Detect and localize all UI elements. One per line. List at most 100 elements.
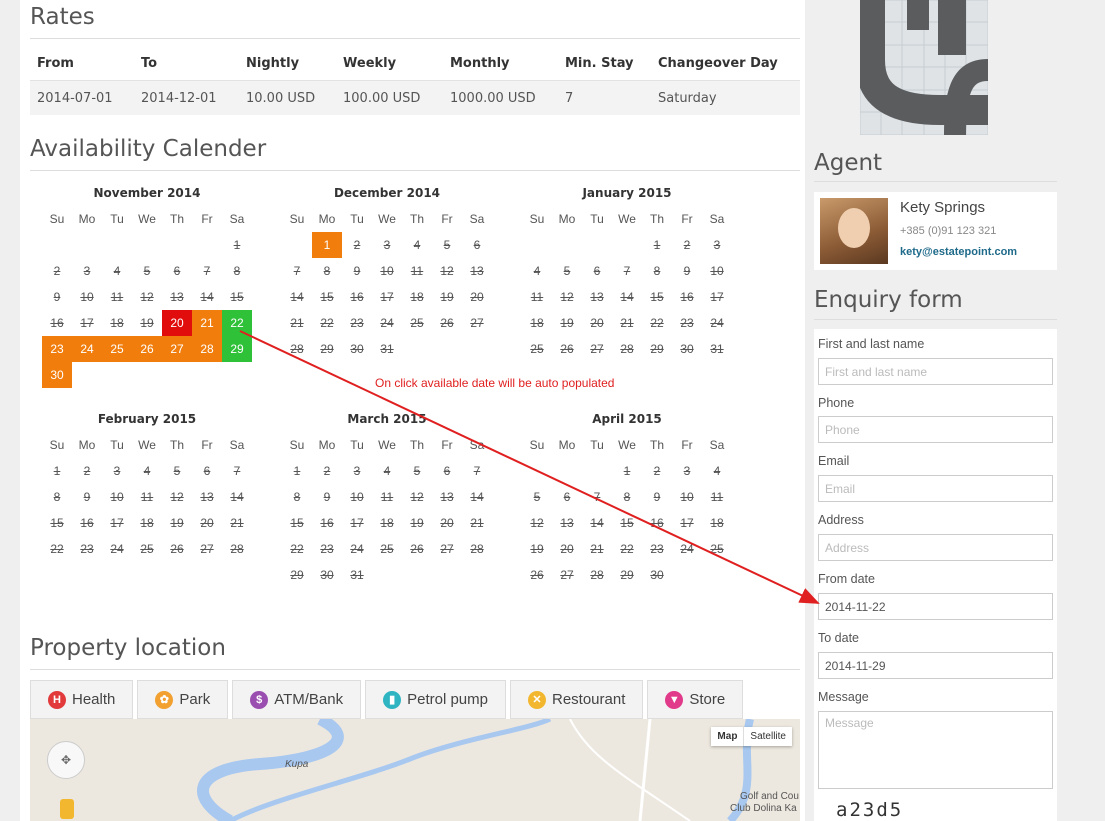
calendar-day: 24 xyxy=(350,542,364,556)
map-view[interactable]: ✥ Map Satellite Kupa Golf and Cou Club D… xyxy=(30,719,800,821)
calendar-day: 23 xyxy=(680,316,694,330)
calendar-month: March 2015 Su Mo Tu We Th Fr Sa 1 2 3 4 5 6 7 8 9 10 11 12… xyxy=(282,406,492,588)
calendar-day: 5 xyxy=(173,464,181,478)
tab-petrol-pump[interactable]: ▮ Petrol pump xyxy=(365,680,506,719)
calendar-day: 5 xyxy=(143,264,151,278)
calendar-month-title: December 2014 xyxy=(333,186,441,200)
calendar-month-title: January 2015 xyxy=(582,186,672,200)
calendar-day: 29 xyxy=(650,342,664,356)
calendar-day: 15 xyxy=(290,516,304,530)
weekday-header: We xyxy=(378,212,396,226)
tab-health[interactable]: H Health xyxy=(30,680,134,719)
weekday-header: Tu xyxy=(110,438,124,452)
calendar-day: 14 xyxy=(290,290,304,304)
calendar-day: 21 xyxy=(590,542,604,556)
calendar-grid: Su Mo Tu We Th Fr Sa 1 2 3 4 5 6 7 8 9 10 11 12 13 14 15 16 17 1… xyxy=(282,206,492,362)
calendar-day[interactable]: 20 xyxy=(162,310,192,336)
calendar-day: 10 xyxy=(710,264,724,278)
calendar-day: 16 xyxy=(650,516,664,530)
property-thumbnail[interactable] xyxy=(860,0,988,135)
from-date-input[interactable] xyxy=(818,593,1053,620)
to-date-input[interactable] xyxy=(818,652,1053,679)
calendar-day: 3 xyxy=(713,238,721,252)
agent-email-link[interactable]: kety@estatepoint.com xyxy=(900,246,1017,258)
calendar-day[interactable]: 29 xyxy=(222,336,252,362)
calendar-day: 13 xyxy=(200,490,214,504)
calendar-day: 31 xyxy=(710,342,724,356)
calendar-day: 30 xyxy=(650,568,664,582)
calendar-day: 6 xyxy=(563,490,571,504)
poi-tabs: H Health ✿ Park $ ATM/Bank ▮ Petrol pump… xyxy=(30,680,744,719)
name-input[interactable] xyxy=(818,358,1053,385)
calendar-day: 23 xyxy=(320,542,334,556)
calendar-day: 5 xyxy=(413,464,421,478)
phone-input[interactable] xyxy=(818,416,1053,443)
weekday-header: Th xyxy=(649,438,664,452)
calendar-day: 7 xyxy=(623,264,631,278)
rates-col-monthly: Monthly xyxy=(450,56,510,71)
weekday-header: Su xyxy=(289,212,305,226)
calendar-day: 8 xyxy=(623,490,631,504)
calendar-day: 17 xyxy=(380,290,394,304)
to-date-label: To date xyxy=(818,631,860,645)
calendar-day: 18 xyxy=(110,316,124,330)
calendar-day: 16 xyxy=(50,316,64,330)
weekday-header: Mo xyxy=(318,438,336,452)
calendar-day: 6 xyxy=(443,464,451,478)
rates-table-header: From To Nightly Weekly Monthly Min. Stay… xyxy=(30,47,800,81)
calendar-day: 27 xyxy=(200,542,214,556)
street-view-pegman-icon[interactable] xyxy=(60,799,74,819)
calendar-day: 21 xyxy=(192,310,222,336)
calendar-day: 13 xyxy=(470,264,484,278)
calendar-day: 2 xyxy=(683,238,691,252)
calendar-day: 8 xyxy=(233,264,241,278)
enquiry-form: First and last name Phone Email Address … xyxy=(814,329,1057,821)
tab-restaurant[interactable]: ✕ Restourant xyxy=(509,680,644,719)
tab-store[interactable]: ▼ Store xyxy=(647,680,744,719)
calendar-day: 25 xyxy=(530,342,544,356)
calendar-day: 9 xyxy=(353,264,361,278)
calendar-day[interactable]: 22 xyxy=(222,310,252,336)
calendar-day: 20 xyxy=(440,516,454,530)
calendar-day: 15 xyxy=(320,290,334,304)
calendar-day: 21 xyxy=(620,316,634,330)
rate-from: 2014-07-01 xyxy=(37,90,113,106)
calendar-day: 26 xyxy=(560,342,574,356)
map-type-satellite[interactable]: Satellite xyxy=(744,727,792,746)
email-input[interactable] xyxy=(818,475,1053,502)
calendar-day: 4 xyxy=(113,264,121,278)
calendar-day: 18 xyxy=(410,290,424,304)
weekday-header: Mo xyxy=(558,438,576,452)
calendar-day: 24 xyxy=(110,542,124,556)
calendar-day: 7 xyxy=(293,264,301,278)
tab-atm-bank[interactable]: $ ATM/Bank xyxy=(232,680,362,719)
calendar-month-title: March 2015 xyxy=(347,412,427,426)
calendar-day: 31 xyxy=(380,342,394,356)
weekday-header: Fr xyxy=(681,438,693,452)
thumbnail-image xyxy=(860,0,988,135)
calendar-day: 12 xyxy=(440,264,454,278)
rate-nightly: 10.00 USD xyxy=(246,90,316,106)
calendar-day: 10 xyxy=(80,290,94,304)
calendar-day: 19 xyxy=(170,516,184,530)
calendar-day: 25 xyxy=(410,316,424,330)
message-textarea[interactable] xyxy=(818,711,1053,789)
weekday-header: We xyxy=(378,438,396,452)
weekday-header: Fr xyxy=(441,212,453,226)
rates-col-to: To xyxy=(141,56,158,71)
map-pan-control[interactable]: ✥ xyxy=(47,741,85,779)
rates-divider xyxy=(30,38,800,39)
weekday-header: Fr xyxy=(201,212,213,226)
calendar-month: November 2014 Su Mo Tu We Th Fr Sa 1 2 3 4 5 6 7 8 9 10 1… xyxy=(42,180,252,388)
address-input[interactable] xyxy=(818,534,1053,561)
rates-col-from: From xyxy=(37,56,74,71)
weekday-header: We xyxy=(138,438,156,452)
calendar-day: 29 xyxy=(620,568,634,582)
calendar-day: 1 xyxy=(623,464,631,478)
weekday-header: Th xyxy=(409,212,424,226)
tab-park[interactable]: ✿ Park xyxy=(137,680,229,719)
calendar-day: 30 xyxy=(350,342,364,356)
agent-title: Agent xyxy=(814,150,883,176)
map-type-map[interactable]: Map xyxy=(711,727,745,746)
calendar-day: 3 xyxy=(383,238,391,252)
